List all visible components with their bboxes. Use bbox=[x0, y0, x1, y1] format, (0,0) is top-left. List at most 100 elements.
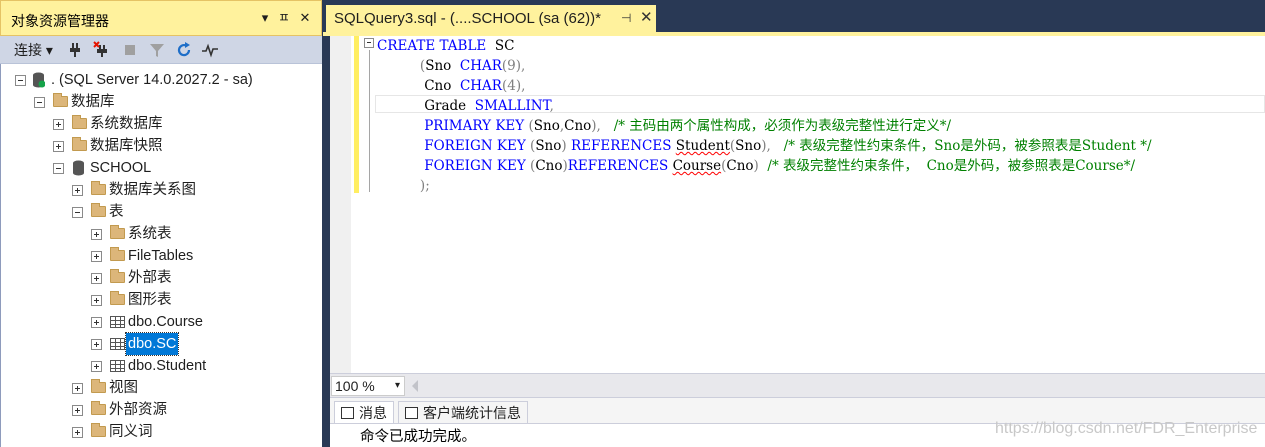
expand-toggle-icon[interactable] bbox=[53, 119, 64, 130]
expand-toggle-icon[interactable] bbox=[91, 361, 102, 372]
folder-icon bbox=[91, 379, 106, 393]
tree-node-synonyms[interactable]: 同义词 bbox=[1, 421, 321, 443]
table-icon bbox=[110, 316, 125, 328]
chevron-down-icon: ▾ bbox=[394, 380, 400, 391]
sql-token: SC bbox=[486, 38, 515, 54]
expand-toggle-icon[interactable] bbox=[91, 229, 102, 240]
tree-node-databases[interactable]: 数据库 bbox=[1, 91, 321, 113]
tab-client-statistics[interactable]: 客户端统计信息 bbox=[398, 401, 528, 423]
tree-node-label: dbo.Course bbox=[128, 314, 203, 330]
database-icon bbox=[73, 160, 84, 176]
sql-token: (9), bbox=[501, 58, 526, 74]
tree-node-label: 外部表 bbox=[128, 270, 172, 286]
disconnect-icon[interactable] bbox=[93, 41, 111, 59]
code-line: Cno CHAR(4), bbox=[377, 76, 525, 96]
sql-token: (4), bbox=[501, 78, 526, 94]
tree-node-label-selected: dbo.SC bbox=[124, 332, 180, 356]
tree-node-table-student[interactable]: dbo.Student bbox=[1, 355, 321, 377]
stop-icon[interactable] bbox=[121, 41, 139, 59]
tab-messages[interactable]: 消息 bbox=[334, 401, 394, 423]
sql-keyword: FOREIGN KEY bbox=[424, 158, 526, 174]
tree-node-table-course[interactable]: dbo.Course bbox=[1, 311, 321, 333]
folder-icon bbox=[72, 115, 87, 129]
sql-token: Cno bbox=[535, 158, 563, 174]
tree-node-tables[interactable]: 表 bbox=[1, 201, 321, 223]
tree-node-school-db[interactable]: SCHOOL bbox=[1, 157, 321, 179]
object-explorer-toolbar: 连接 ▾ bbox=[0, 36, 322, 64]
tree-node-label: FileTables bbox=[128, 248, 194, 264]
code-line: FOREIGN KEY (Sno) REFERENCES Student(Sno… bbox=[377, 136, 1151, 156]
collapse-toggle-icon[interactable] bbox=[34, 97, 45, 108]
document-tab-bar: SQLQuery3.sql - (....SCHOOL (sa (62))* ⊣… bbox=[323, 0, 1265, 32]
expand-toggle-icon[interactable] bbox=[91, 339, 102, 350]
expand-toggle-icon[interactable] bbox=[53, 141, 64, 152]
scroll-left-icon[interactable] bbox=[412, 380, 418, 392]
sql-token: , bbox=[549, 98, 554, 114]
tree-node-database-snapshots[interactable]: 数据库快照 bbox=[1, 135, 321, 157]
collapse-toggle-icon[interactable] bbox=[53, 163, 64, 174]
zoom-value: 100 % bbox=[335, 378, 375, 394]
expand-toggle-icon[interactable] bbox=[72, 405, 83, 416]
collapse-toggle-icon[interactable] bbox=[72, 207, 83, 218]
sql-keyword: SMALLINT bbox=[474, 98, 550, 114]
tab-title: SQLQuery3.sql - (....SCHOOL (sa (62))* bbox=[334, 10, 602, 27]
sql-token: Sno bbox=[533, 118, 560, 134]
tree-node-label: dbo.Student bbox=[128, 358, 207, 374]
tree-node-label: . (SQL Server 14.0.2027.2 - sa) bbox=[51, 72, 253, 88]
tree-node-diagrams[interactable]: 数据库关系图 bbox=[1, 179, 321, 201]
tree-node-label: 系统数据库 bbox=[90, 116, 163, 132]
tree-node-filetables[interactable]: FileTables bbox=[1, 245, 321, 267]
filter-icon[interactable] bbox=[148, 41, 166, 59]
code-line: ); bbox=[377, 176, 430, 196]
folder-icon bbox=[110, 269, 125, 283]
sql-token: Cno bbox=[726, 158, 754, 174]
expand-toggle-icon[interactable] bbox=[91, 273, 102, 284]
messages-icon bbox=[341, 407, 354, 419]
tree-node-views[interactable]: 视图 bbox=[1, 377, 321, 399]
zoom-select[interactable]: 100 % ▾ bbox=[331, 376, 405, 396]
collapse-toggle-icon[interactable] bbox=[15, 75, 26, 86]
expand-toggle-icon[interactable] bbox=[91, 317, 102, 328]
expand-toggle-icon[interactable] bbox=[72, 427, 83, 438]
connect-plug-icon[interactable] bbox=[66, 41, 84, 59]
folder-icon bbox=[110, 291, 125, 305]
sql-comment: /* 主码由两个属性构成，必须作为表级完整性进行定义*/ bbox=[600, 118, 952, 134]
tab-label: 客户端统计信息 bbox=[423, 405, 521, 421]
tree-node-graph-tables[interactable]: 图形表 bbox=[1, 289, 321, 311]
sql-keyword: REFERENCES bbox=[567, 158, 669, 174]
tree-node-label: 图形表 bbox=[128, 292, 172, 308]
folder-icon bbox=[110, 247, 125, 261]
pin-icon[interactable]: ㅍ bbox=[276, 10, 292, 26]
tab-sqlquery3[interactable]: SQLQuery3.sql - (....SCHOOL (sa (62))* ⊣… bbox=[326, 5, 656, 32]
tree-node-label: 系统表 bbox=[128, 226, 172, 242]
tree-node-label: SCHOOL bbox=[90, 160, 152, 176]
sql-token: ( bbox=[525, 158, 536, 174]
tree-node-external-resources[interactable]: 外部资源 bbox=[1, 399, 321, 421]
tree-node-system-databases[interactable]: 系统数据库 bbox=[1, 113, 321, 135]
expand-toggle-icon[interactable] bbox=[72, 185, 83, 196]
expand-toggle-icon[interactable] bbox=[72, 383, 83, 394]
pin-tab-icon[interactable]: ⊣ bbox=[621, 11, 631, 25]
close-icon[interactable]: ✕ bbox=[297, 10, 313, 26]
sql-editor[interactable]: CREATE TABLE SC (Sno CHAR(9), Cno CHAR(4… bbox=[330, 36, 1265, 373]
close-tab-icon[interactable]: ✕ bbox=[640, 8, 653, 26]
expand-toggle-icon[interactable] bbox=[91, 251, 102, 262]
tree-node-server[interactable]: . (SQL Server 14.0.2027.2 - sa) bbox=[1, 69, 321, 91]
connect-dropdown-button[interactable]: 连接 ▾ bbox=[14, 40, 53, 60]
tree-node-system-tables[interactable]: 系统表 bbox=[1, 223, 321, 245]
outline-collapse-icon[interactable] bbox=[364, 38, 374, 48]
sql-keyword: PRIMARY KEY bbox=[424, 118, 525, 134]
object-explorer-titlebar: 对象资源管理器 ▾ ㅍ ✕ bbox=[0, 0, 322, 36]
tree-node-label: 数据库快照 bbox=[90, 138, 163, 154]
expand-toggle-icon[interactable] bbox=[91, 295, 102, 306]
tree-node-external-tables[interactable]: 外部表 bbox=[1, 267, 321, 289]
table-icon bbox=[110, 360, 125, 372]
window-position-dropdown-icon[interactable]: ▾ bbox=[257, 10, 273, 26]
sql-token: Cno bbox=[424, 78, 460, 94]
sql-token: ), bbox=[591, 118, 601, 134]
refresh-icon[interactable] bbox=[175, 41, 193, 59]
activity-monitor-icon[interactable] bbox=[201, 41, 219, 59]
tree-node-table-sc[interactable]: dbo.SC bbox=[1, 332, 321, 356]
